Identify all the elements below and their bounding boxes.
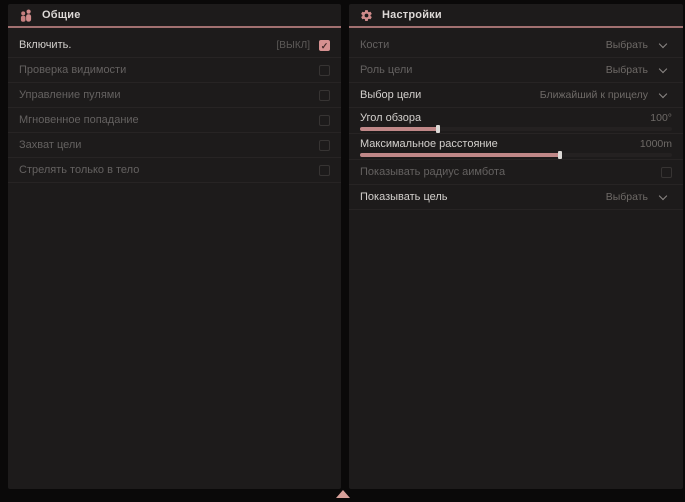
gear-icon xyxy=(360,9,373,22)
body-only-checkbox[interactable] xyxy=(319,165,330,176)
row-visibility-check: Проверка видимости xyxy=(8,58,341,83)
panel-title: Настройки xyxy=(382,9,442,21)
show-target-dropdown[interactable]: Выбрать xyxy=(606,191,672,203)
chevron-down-icon xyxy=(659,41,667,49)
row-bones: Кости Выбрать xyxy=(349,33,683,58)
row-target-role: Роль цели Выбрать xyxy=(349,58,683,83)
fov-slider[interactable] xyxy=(360,127,672,131)
panel-general-body: Включить. [ВЫКЛ] ✓ Проверка видимости Уп… xyxy=(8,28,341,183)
target-role-dropdown[interactable]: Выбрать xyxy=(606,64,672,76)
panel-settings-header: Настройки xyxy=(349,4,683,26)
panel-title: Общие xyxy=(42,9,81,21)
panel-general: Общие Включить. [ВЫКЛ] ✓ Проверка видимо… xyxy=(8,4,341,489)
row-label: Управление пулями xyxy=(19,89,121,101)
enable-checkbox[interactable]: ✓ xyxy=(319,40,330,51)
row-target-selection: Выбор цели Ближайший к прицелу xyxy=(349,83,683,108)
row-label: Максимальное расстояние xyxy=(360,138,498,150)
hotkey-state-badge: [ВЫКЛ] xyxy=(277,40,310,51)
row-label: Проверка видимости xyxy=(19,64,126,76)
row-show-aimbot-radius: Показывать радиус аимбота xyxy=(349,160,683,185)
row-enable: Включить. [ВЫКЛ] ✓ xyxy=(8,33,341,58)
dropdown-value: Выбрать xyxy=(606,191,648,203)
panel-general-header: Общие xyxy=(8,4,341,26)
row-instant-hit: Мгновенное попадание xyxy=(8,108,341,133)
row-show-target: Показывать цель Выбрать xyxy=(349,185,683,210)
visibility-check-checkbox[interactable] xyxy=(319,65,330,76)
row-fov: Угол обзора 100° xyxy=(349,108,683,134)
bullet-control-checkbox[interactable] xyxy=(319,90,330,101)
slider-value: 100° xyxy=(650,112,672,124)
row-label: Показывать цель xyxy=(360,191,448,203)
chevron-down-icon xyxy=(659,91,667,99)
slider-value: 1000m xyxy=(640,138,672,150)
dropdown-value: Выбрать xyxy=(606,64,648,76)
dropdown-value: Ближайший к прицелу xyxy=(540,89,648,101)
panel-settings: Настройки Кости Выбрать Роль цели Выбрат… xyxy=(349,4,683,489)
row-body-only: Стрелять только в тело xyxy=(8,158,341,183)
instant-hit-checkbox[interactable] xyxy=(319,115,330,126)
bones-dropdown[interactable]: Выбрать xyxy=(606,39,672,51)
max-distance-slider[interactable] xyxy=(360,153,672,157)
show-aimbot-radius-checkbox[interactable] xyxy=(661,167,672,178)
dropdown-value: Выбрать xyxy=(606,39,648,51)
chevron-down-icon xyxy=(659,193,667,201)
chevron-down-icon xyxy=(659,66,667,74)
row-target-lock: Захват цели xyxy=(8,133,341,158)
target-lock-checkbox[interactable] xyxy=(319,140,330,151)
slider-handle[interactable] xyxy=(436,125,440,133)
row-label: Стрелять только в тело xyxy=(19,164,139,176)
users-icon xyxy=(19,9,33,22)
row-bullet-control: Управление пулями xyxy=(8,83,341,108)
row-label: Захват цели xyxy=(19,139,81,151)
row-max-distance: Максимальное расстояние 1000m xyxy=(349,134,683,160)
row-label: Угол обзора xyxy=(360,112,421,124)
row-label: Включить. xyxy=(19,39,71,51)
row-label: Кости xyxy=(360,39,389,51)
panel-settings-body: Кости Выбрать Роль цели Выбрать Выбор це… xyxy=(349,28,683,210)
scroll-up-indicator-icon[interactable] xyxy=(336,490,350,498)
row-label: Роль цели xyxy=(360,64,412,76)
row-label: Выбор цели xyxy=(360,89,421,101)
target-selection-dropdown[interactable]: Ближайший к прицелу xyxy=(540,89,672,101)
row-label: Показывать радиус аимбота xyxy=(360,166,505,178)
row-label: Мгновенное попадание xyxy=(19,114,139,126)
slider-handle[interactable] xyxy=(558,151,562,159)
